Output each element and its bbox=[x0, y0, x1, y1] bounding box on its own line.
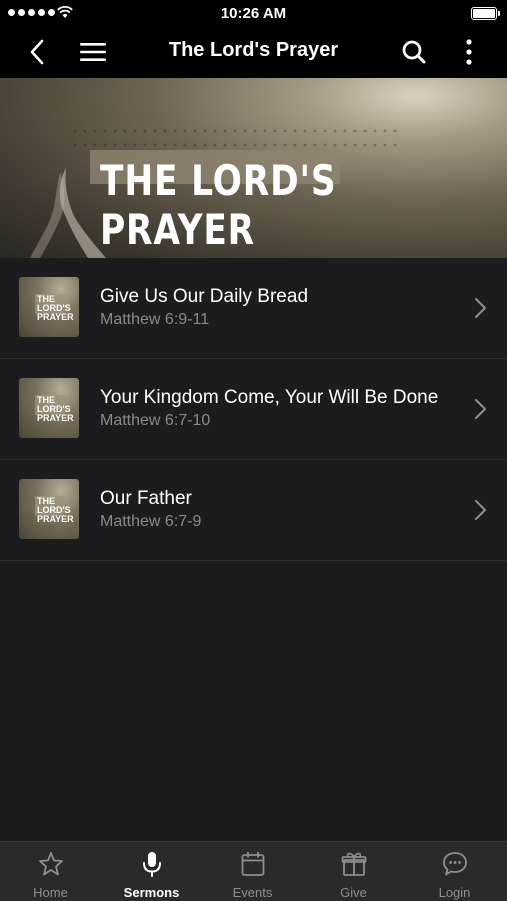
gift-icon bbox=[341, 852, 367, 876]
status-time: 10:26 AM bbox=[220, 5, 287, 22]
series-hero-image: THE LORD'S PRAYER bbox=[0, 78, 507, 258]
tab-sermons[interactable]: Sermons bbox=[101, 842, 202, 901]
sermon-thumbnail: THE LORD'S PRAYER bbox=[19, 277, 79, 337]
sermon-row[interactable]: THE LORD'S PRAYER Give Us Our Daily Brea… bbox=[0, 258, 507, 359]
chevron-right-icon bbox=[475, 500, 486, 520]
thumbnail-title: THE LORD'S PRAYER bbox=[37, 294, 74, 322]
sermon-reference: Matthew 6:7-9 bbox=[100, 513, 202, 530]
sermon-row[interactable]: THE LORD'S PRAYER Our Father Matthew 6:7… bbox=[0, 460, 507, 561]
sermon-title: Our Father bbox=[100, 488, 192, 509]
search-icon[interactable] bbox=[400, 38, 428, 66]
tab-label: Events bbox=[232, 885, 273, 900]
status-bar: 10:26 AM bbox=[0, 0, 507, 26]
sermon-title: Your Kingdom Come, Your Will Be Done bbox=[100, 387, 439, 408]
tab-home[interactable]: Home bbox=[0, 842, 101, 901]
sermon-row[interactable]: THE LORD'S PRAYER Your Kingdom Come, You… bbox=[0, 359, 507, 460]
sermon-list: THE LORD'S PRAYER Give Us Our Daily Brea… bbox=[0, 258, 507, 561]
navigation-bar: The Lord's Prayer bbox=[0, 26, 507, 78]
hero-title: THE LORD'S PRAYER bbox=[100, 156, 337, 254]
tab-label: Give bbox=[340, 885, 367, 900]
calendar-icon bbox=[241, 851, 265, 876]
sermon-thumbnail: THE LORD'S PRAYER bbox=[19, 479, 79, 539]
microphone-icon bbox=[143, 852, 161, 877]
thumbnail-title: THE LORD'S PRAYER bbox=[37, 496, 74, 524]
tab-login[interactable]: Login bbox=[404, 842, 505, 901]
tab-events[interactable]: Events bbox=[202, 842, 303, 901]
chevron-right-icon bbox=[475, 298, 486, 318]
sermon-reference: Matthew 6:9-11 bbox=[100, 311, 210, 328]
sermon-title: Give Us Our Daily Bread bbox=[100, 286, 309, 307]
more-options-icon[interactable] bbox=[455, 38, 483, 66]
battery-icon bbox=[471, 7, 500, 20]
page-title: The Lord's Prayer bbox=[168, 39, 339, 61]
tab-label: Login bbox=[438, 885, 471, 900]
thumbnail-title: THE LORD'S PRAYER bbox=[37, 395, 74, 423]
sermon-reference: Matthew 6:7-10 bbox=[100, 412, 211, 429]
tab-label: Home bbox=[33, 885, 68, 900]
tab-bar: Home Sermons Events Give Login bbox=[0, 841, 507, 901]
tab-label: Sermons bbox=[123, 885, 180, 900]
sermon-thumbnail: THE LORD'S PRAYER bbox=[19, 378, 79, 438]
chevron-right-icon bbox=[475, 399, 486, 419]
star-icon bbox=[39, 852, 63, 876]
tab-give[interactable]: Give bbox=[303, 842, 404, 901]
chat-bubble-icon bbox=[443, 852, 467, 876]
